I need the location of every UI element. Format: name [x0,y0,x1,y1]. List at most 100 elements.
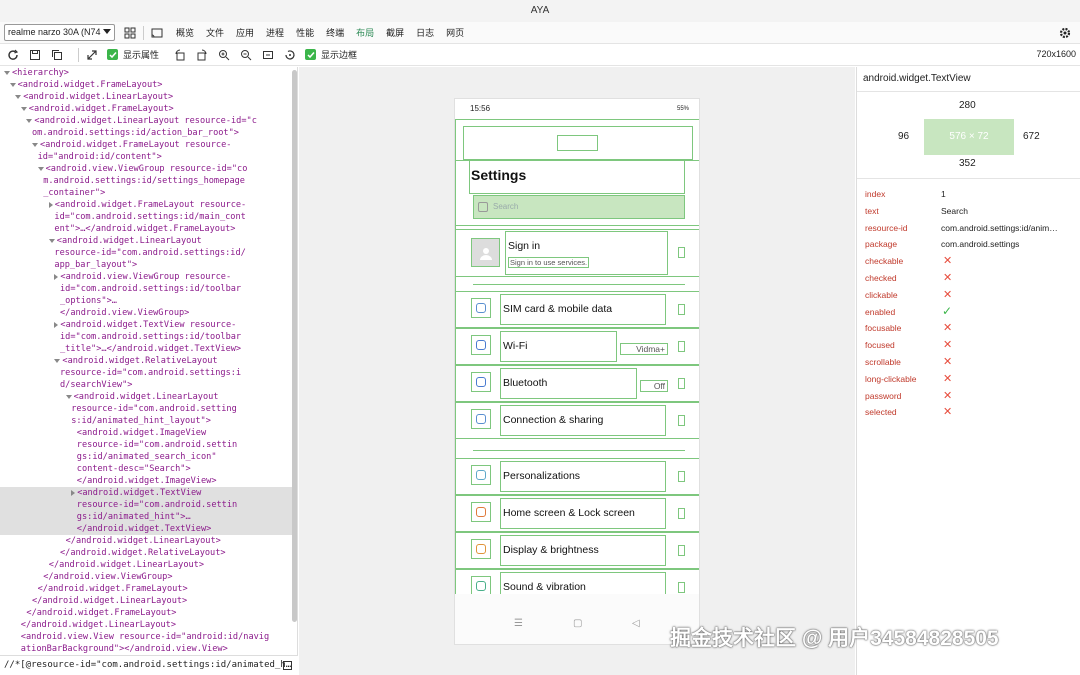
tree-node[interactable]: </android.widget.ImageView> [0,475,297,487]
tree-node[interactable]: _container"> [0,187,297,199]
caret-down-icon[interactable] [26,118,33,123]
cast-icon[interactable] [150,26,164,40]
menu-terminal[interactable]: 终端 [320,22,350,44]
menu-webpages[interactable]: 网页 [440,22,470,44]
zoom-in-icon[interactable] [217,48,231,62]
tree-node[interactable]: </android.widget.FrameLayout> [0,583,297,595]
tree-node[interactable]: id="com.android.settings:id/toolbar [0,283,297,295]
fit-icon[interactable] [261,48,275,62]
tree-node[interactable]: <android.widget.LinearLayout> [0,91,297,103]
tree-scrollbar[interactable] [292,70,297,622]
tree-node[interactable]: resource-id="com.android.settin [0,439,297,451]
caret-right-icon[interactable] [54,273,59,280]
tree-node[interactable]: </android.view.ViewGroup> [0,307,297,319]
device-select[interactable]: realme narzo 30A (N74 [4,24,115,41]
caret-down-icon[interactable] [4,70,10,75]
caret-down-icon[interactable] [9,82,16,87]
home-icon[interactable]: ▢ [573,618,582,629]
tree-node[interactable]: <android.widget.FrameLayout resource- [0,199,297,211]
menu-logs[interactable]: 日志 [410,22,440,44]
menu-overview[interactable]: 概览 [170,22,200,44]
tree-node[interactable]: </android.widget.LinearLayout> [0,559,297,571]
caret-right-icon[interactable] [48,201,53,208]
menu-icon[interactable]: ☰ [514,618,523,629]
caret-down-icon[interactable] [15,94,22,99]
tree-node[interactable]: <android.view.ViewGroup resource- [0,271,297,283]
tree-node[interactable]: ationBarBackground"></android.view.View> [0,643,297,655]
gear-icon[interactable] [1058,26,1072,40]
tree-node[interactable]: ent">…</android.widget.FrameLayout> [0,223,297,235]
phone-screen[interactable]: 15:56 55% Settings Search Sign in Sign i… [454,98,700,645]
tree-node[interactable]: d/searchView"> [0,379,297,391]
tree-node[interactable]: <android.widget.RelativeLayout [0,355,297,367]
tree-node[interactable]: resource-id="com.android.settin [0,499,297,511]
tree-node[interactable]: _title">…</android.widget.TextView> [0,343,297,355]
tree-node[interactable]: id="com.android.settings:id/main_cont [0,211,297,223]
tree-node[interactable]: <android.widget.TextView [0,487,297,499]
tree-node[interactable]: <android.widget.FrameLayout> [0,103,297,115]
tree-node[interactable]: <android.widget.LinearLayout [0,235,297,247]
menu-screenshot[interactable]: 截屏 [380,22,410,44]
rotate-left-icon[interactable] [173,48,187,62]
tree-node[interactable]: </android.widget.RelativeLayout> [0,547,297,559]
tree-node[interactable]: </android.widget.LinearLayout> [0,535,297,547]
copy-icon[interactable] [50,48,64,62]
tree-node[interactable]: </android.widget.LinearLayout> [0,595,297,607]
copy-icon[interactable] [283,661,292,670]
menu-files[interactable]: 文件 [200,22,230,44]
caret-down-icon[interactable] [48,238,55,243]
refresh-icon[interactable] [6,48,20,62]
tree-node[interactable]: <android.widget.LinearLayout resource-id… [0,115,297,127]
tree-node[interactable]: </android.view.ViewGroup> [0,571,297,583]
caret-right-icon[interactable] [54,321,59,328]
rotate-right-icon[interactable] [195,48,209,62]
tree-node[interactable]: m.android.settings:id/settings_homepage [0,175,297,187]
menu-processes[interactable]: 进程 [260,22,290,44]
xpath-bar[interactable]: //*[@resource-id="com.android.settings:i… [0,655,298,675]
caret-down-icon[interactable] [54,358,61,363]
tree-node[interactable]: _options">… [0,295,297,307]
menu-apps[interactable]: 应用 [230,22,260,44]
tree-node[interactable]: om.android.settings:id/action_bar_root"> [0,127,297,139]
zoom-out-icon[interactable] [239,48,253,62]
caret-right-icon[interactable] [71,489,76,496]
tree-node[interactable]: s:id/animated_hint_layout"> [0,415,297,427]
tree-node[interactable]: <android.widget.FrameLayout resource- [0,139,297,151]
grid-icon[interactable] [123,26,137,40]
tree-node[interactable]: id="android:id/content"> [0,151,297,163]
tree-node[interactable]: </android.widget.TextView> [0,523,297,535]
tree-node[interactable]: gs:id/animated_search_icon" [0,451,297,463]
tree-node[interactable]: </android.widget.FrameLayout> [0,607,297,619]
back-icon[interactable]: ◁ [632,618,640,629]
tree-node[interactable]: <android.widget.ImageView [0,427,297,439]
tree-node[interactable]: <android.widget.TextView resource- [0,319,297,331]
tree-node[interactable]: resource-id="com.android.setting [0,403,297,415]
tree-node[interactable]: content-desc="Search"> [0,463,297,475]
tree-node[interactable]: <android.view.View resource-id="android:… [0,631,297,643]
tree-node[interactable]: <android.view.ViewGroup resource-id="co [0,163,297,175]
search-box[interactable]: Search [473,195,685,219]
tree-node[interactable]: id="com.android.settings:id/toolbar [0,331,297,343]
tree-node-text: </android.view.ViewGroup> [60,308,190,318]
tree-node[interactable]: <hierarchy> [0,67,297,79]
tree-node[interactable]: <android.widget.LinearLayout [0,391,297,403]
menu-layout[interactable]: 布局 [350,22,380,44]
caret-down-icon[interactable] [37,166,44,171]
settings-row-value: Off [640,380,668,392]
caret-down-icon[interactable] [32,142,38,147]
expand-icon[interactable] [85,48,99,62]
tree-node[interactable]: <android.widget.FrameLayout> [0,79,297,91]
caret-down-icon[interactable] [20,106,27,111]
show-border-checkbox[interactable] [305,49,317,60]
tree-node[interactable]: </android.widget.LinearLayout> [0,619,297,631]
hierarchy-tree[interactable]: <hierarchy> <android.widget.FrameLayout> <… [0,67,298,655]
tree-node[interactable]: resource-id="com.android.settings:i [0,367,297,379]
tree-node[interactable]: gs:id/animated_hint">… [0,511,297,523]
caret-down-icon[interactable] [65,394,72,399]
tree-node[interactable]: resource-id="com.android.settings:id/ [0,247,297,259]
reset-icon[interactable] [283,48,297,62]
show-attrs-checkbox[interactable] [107,49,118,60]
menu-performance[interactable]: 性能 [290,22,320,44]
tree-node[interactable]: app_bar_layout"> [0,259,297,271]
save-icon[interactable] [28,48,42,62]
